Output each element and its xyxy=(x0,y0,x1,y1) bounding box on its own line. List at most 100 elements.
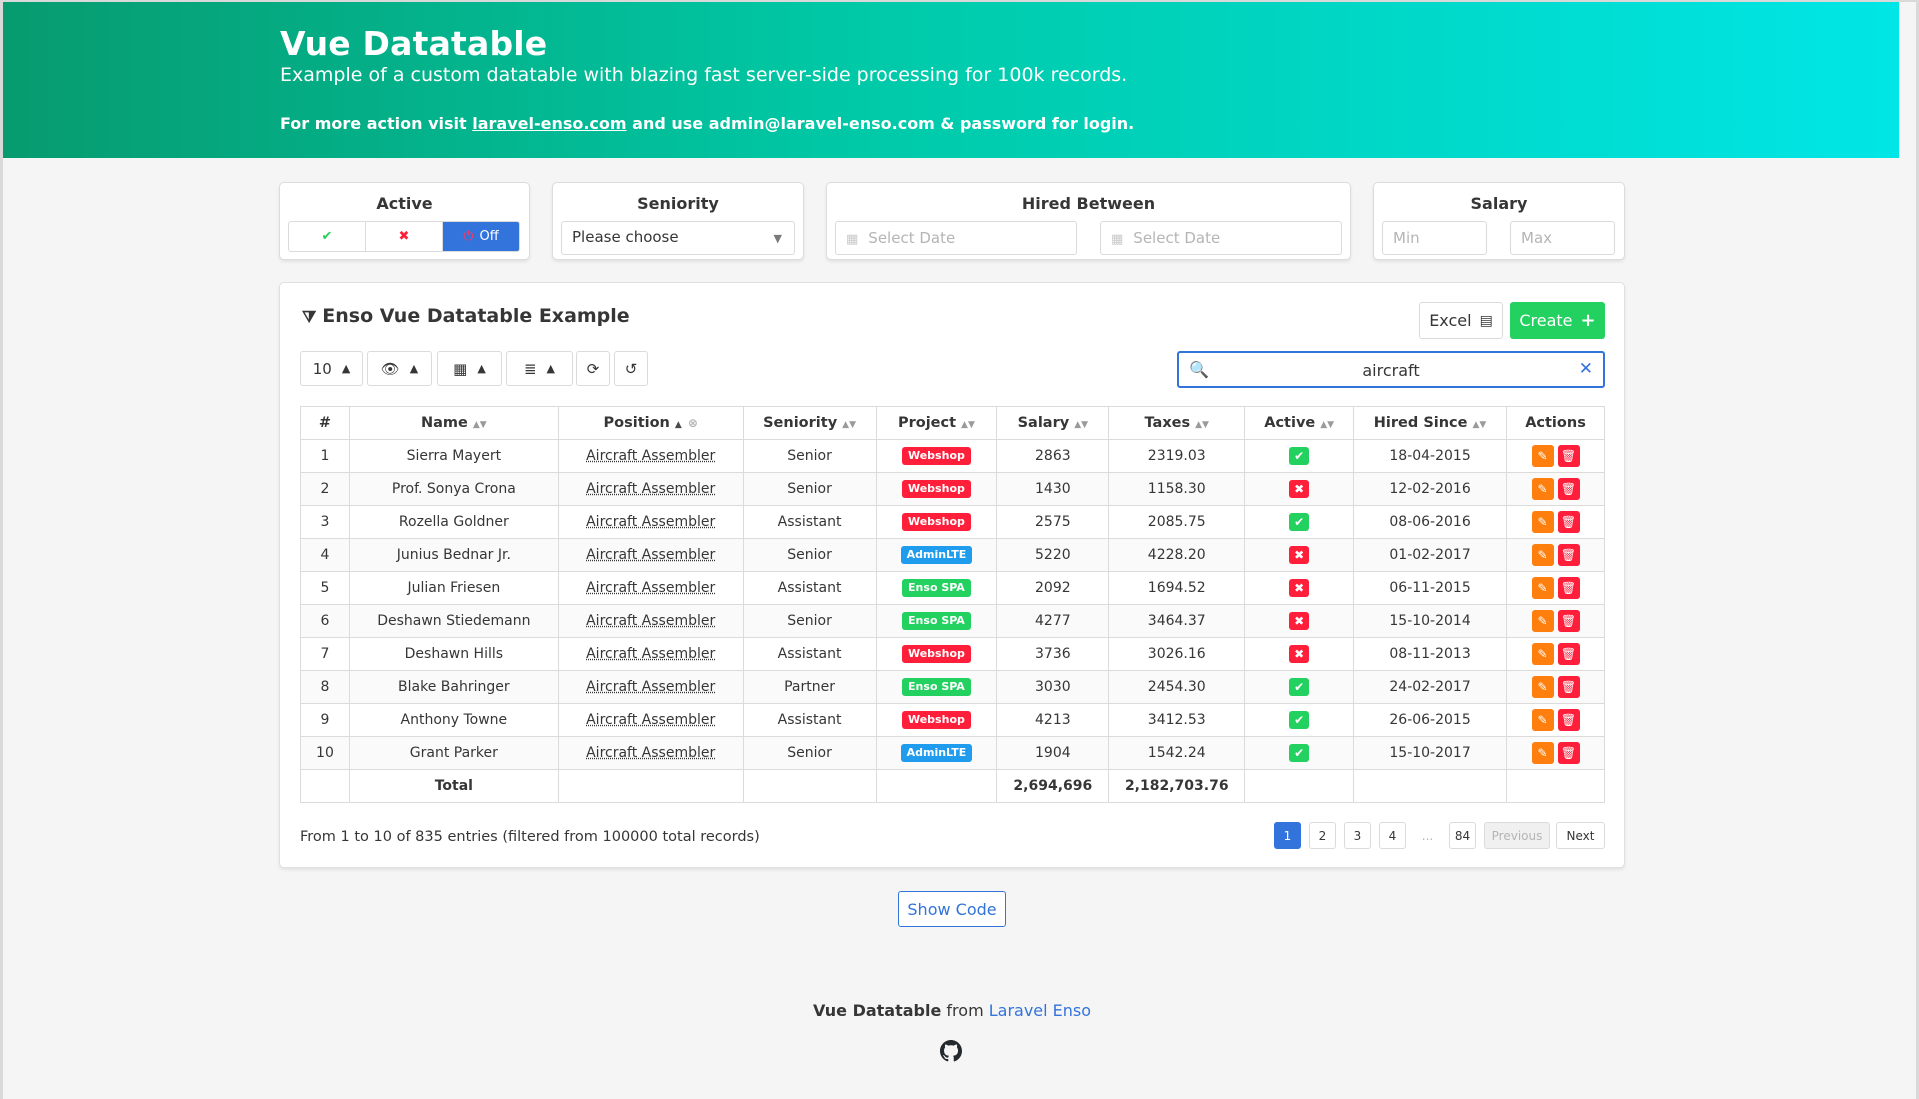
column-visibility-button[interactable]: 👁 ▲ xyxy=(367,351,432,386)
pencil-icon[interactable]: ✎ xyxy=(1531,577,1554,599)
excel-button[interactable]: Excel ▤ xyxy=(1419,302,1503,339)
active-filter-title: Active xyxy=(376,194,433,213)
cell-position: Aircraft Assembler xyxy=(557,538,744,572)
col-header-seniority[interactable]: Seniority ▲▼ xyxy=(742,406,877,440)
cell-actions: ✎ 🗑 xyxy=(1506,571,1605,605)
cell-name: Rozella Goldner xyxy=(348,505,559,539)
active-no-button[interactable]: ✖ xyxy=(366,222,443,251)
trash-icon[interactable]: 🗑 xyxy=(1557,742,1580,764)
pencil-icon[interactable]: ✎ xyxy=(1531,544,1554,566)
position-link[interactable]: Aircraft Assembler xyxy=(586,679,715,695)
cell-taxes: 1542.24 xyxy=(1108,736,1246,770)
cell-salary: 5220 xyxy=(996,538,1110,572)
trash-icon[interactable]: 🗑 xyxy=(1557,610,1580,632)
cell-actions: ✎ 🗑 xyxy=(1506,670,1605,704)
project-tag: Enso SPA xyxy=(902,612,971,630)
show-code-button[interactable]: Show Code xyxy=(898,891,1006,927)
clear-search-icon[interactable]: ✕ xyxy=(1579,359,1593,379)
trash-icon[interactable]: 🗑 xyxy=(1557,511,1580,533)
page-button-3[interactable]: 3 xyxy=(1344,822,1371,849)
trash-icon[interactable]: 🗑 xyxy=(1557,544,1580,566)
trash-icon[interactable]: 🗑 xyxy=(1557,709,1580,731)
clear-sort-icon[interactable]: ⊗ xyxy=(688,416,698,430)
card-title[interactable]: ⧩ Enso Vue Datatable Example xyxy=(302,305,630,327)
previous-page-button[interactable]: Previous xyxy=(1484,822,1550,849)
col-header-project-label: Project xyxy=(897,415,957,431)
cell-project: Webshop xyxy=(875,472,998,506)
salary-max-input[interactable]: Max xyxy=(1510,221,1615,255)
table-style-button[interactable]: ▦ ▲ xyxy=(437,351,502,386)
position-link[interactable]: Aircraft Assembler xyxy=(586,613,715,629)
table-row: 6 Deshawn Stiedemann Aircraft Assembler Sen… xyxy=(300,604,1605,638)
cell-taxes: 1158.30 xyxy=(1108,472,1246,506)
pencil-icon[interactable]: ✎ xyxy=(1531,709,1554,731)
file-excel-icon: ▤ xyxy=(1479,312,1493,329)
table-header-row: # Name ▲▼ Position ▲ ⊗ Seniority ▲▼ Project ▲… xyxy=(300,406,1605,440)
create-button[interactable]: Create + xyxy=(1510,302,1605,339)
col-header-hired[interactable]: Hired Since ▲▼ xyxy=(1353,406,1508,440)
next-page-button[interactable]: Next xyxy=(1556,822,1605,849)
page-button-4[interactable]: 4 xyxy=(1379,822,1406,849)
pencil-icon[interactable]: ✎ xyxy=(1531,742,1554,764)
position-link[interactable]: Aircraft Assembler xyxy=(586,547,715,563)
page-button-1[interactable]: 1 xyxy=(1274,822,1301,849)
page-button-2[interactable]: 2 xyxy=(1309,822,1336,849)
salary-min-input[interactable]: Min xyxy=(1382,221,1487,255)
trash-icon[interactable]: 🗑 xyxy=(1557,478,1580,500)
active-yes-button[interactable]: ✔ xyxy=(289,222,366,251)
position-link[interactable]: Aircraft Assembler xyxy=(586,448,715,464)
col-header-salary[interactable]: Salary ▲▼ xyxy=(996,406,1110,440)
col-header-active[interactable]: Active ▲▼ xyxy=(1244,406,1355,440)
position-link[interactable]: Aircraft Assembler xyxy=(586,646,715,662)
cell-active: ✔ xyxy=(1244,439,1355,473)
pencil-icon[interactable]: ✎ xyxy=(1531,511,1554,533)
hired-from-date-input[interactable]: ▦ Select Date xyxy=(835,221,1077,255)
reset-button[interactable]: ↺ xyxy=(614,351,648,386)
seniority-select[interactable]: Please choose ▼ xyxy=(561,221,795,255)
position-link[interactable]: Aircraft Assembler xyxy=(586,580,715,596)
col-header-actions: Actions xyxy=(1506,406,1605,440)
cell-name: Blake Bahringer xyxy=(348,670,559,704)
position-link[interactable]: Aircraft Assembler xyxy=(586,514,715,530)
cell-name: Prof. Sonya Crona xyxy=(348,472,559,506)
reload-button[interactable]: ⟳ xyxy=(576,351,610,386)
pencil-icon[interactable]: ✎ xyxy=(1531,676,1554,698)
alignment-button[interactable]: ≣ ▲ xyxy=(506,351,573,386)
col-header-taxes[interactable]: Taxes ▲▼ xyxy=(1108,406,1246,440)
pencil-icon[interactable]: ✎ xyxy=(1531,478,1554,500)
col-header-project[interactable]: Project ▲▼ xyxy=(875,406,998,440)
trash-icon[interactable]: 🗑 xyxy=(1557,676,1580,698)
trash-icon[interactable]: 🗑 xyxy=(1557,577,1580,599)
position-link[interactable]: Aircraft Assembler xyxy=(586,745,715,761)
seniority-filter: Seniority Please choose ▼ xyxy=(552,182,804,260)
active-off-button[interactable]: ⏻ Off xyxy=(443,222,519,251)
position-link[interactable]: Aircraft Assembler xyxy=(586,712,715,728)
laravel-enso-link[interactable]: laravel-enso.com xyxy=(472,114,626,133)
col-header-name[interactable]: Name ▲▼ xyxy=(348,406,559,440)
search-input[interactable]: 🔍 aircraft ✕ xyxy=(1177,351,1605,388)
pencil-icon[interactable]: ✎ xyxy=(1531,610,1554,632)
cell-actions: ✎ 🗑 xyxy=(1506,736,1605,770)
x-icon: ✖ xyxy=(1289,612,1310,630)
cell-project: Webshop xyxy=(875,637,998,671)
trash-icon[interactable]: 🗑 xyxy=(1557,643,1580,665)
pencil-icon[interactable]: ✎ xyxy=(1531,445,1554,467)
laravel-enso-footer-link[interactable]: Laravel Enso xyxy=(989,1001,1091,1020)
total-empty-cell xyxy=(742,769,877,803)
hired-to-date-input[interactable]: ▦ Select Date xyxy=(1100,221,1342,255)
trash-icon[interactable]: 🗑 xyxy=(1557,445,1580,467)
page-length-select[interactable]: 10 ▲ xyxy=(300,351,363,386)
pencil-icon[interactable]: ✎ xyxy=(1531,643,1554,665)
table-row: 10 Grant Parker Aircraft Assembler Senior Ad… xyxy=(300,736,1605,770)
position-link[interactable]: Aircraft Assembler xyxy=(586,481,715,497)
cell-hired: 24-02-2017 xyxy=(1353,670,1508,704)
cell-active: ✖ xyxy=(1244,604,1355,638)
cell-hired: 08-06-2016 xyxy=(1353,505,1508,539)
cell-position: Aircraft Assembler xyxy=(557,439,744,473)
project-tag: Enso SPA xyxy=(902,579,971,597)
cell-index: 8 xyxy=(300,670,350,704)
col-header-position[interactable]: Position ▲ ⊗ xyxy=(557,406,744,440)
table-row: 2 Prof. Sonya Crona Aircraft Assembler Seni… xyxy=(300,472,1605,506)
page-button-last[interactable]: 84 xyxy=(1449,822,1476,849)
github-icon[interactable] xyxy=(940,1040,962,1062)
